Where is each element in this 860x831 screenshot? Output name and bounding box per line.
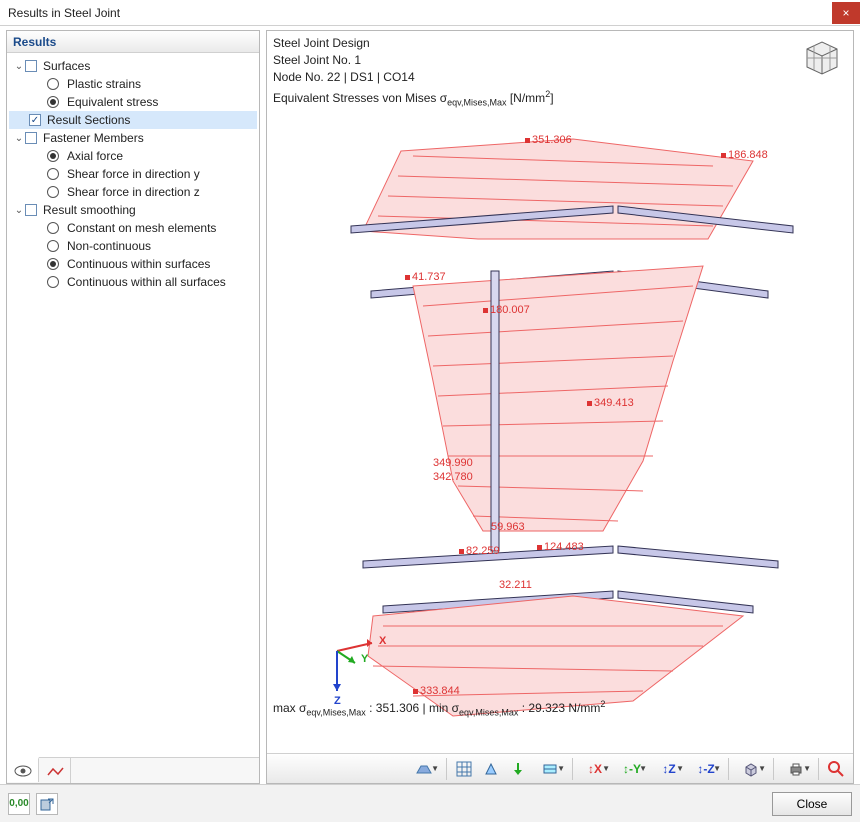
- magnify-icon: [827, 760, 845, 778]
- titlebar: Results in Steel Joint ×: [0, 0, 860, 26]
- axis-y-label: Y: [361, 653, 368, 665]
- label: Continuous within all surfaces: [65, 275, 226, 289]
- tree-equivalent-stress[interactable]: Equivalent stress: [9, 93, 257, 111]
- radio[interactable]: [47, 78, 59, 90]
- view-z-button[interactable]: ↕Z▼: [651, 757, 687, 781]
- grid-icon: [456, 761, 472, 777]
- radio[interactable]: [47, 258, 59, 270]
- result-summary: max σeqv,Mises,Max : 351.306 | min σeqv,…: [273, 699, 605, 717]
- radio[interactable]: [47, 240, 59, 252]
- label: Shear force in direction z: [65, 185, 200, 199]
- tree-continuous-within[interactable]: Continuous within surfaces: [9, 255, 257, 273]
- tree-plastic-strains[interactable]: Plastic strains: [9, 75, 257, 93]
- eye-icon: [14, 765, 32, 777]
- value-label: 32.211: [499, 579, 532, 591]
- close-icon[interactable]: ×: [832, 2, 860, 24]
- tab-visibility[interactable]: [7, 757, 39, 782]
- close-button[interactable]: Close: [772, 792, 852, 816]
- results-tree: ⌄ Surfaces Plastic strains Equivalent st…: [7, 53, 259, 757]
- label: Surfaces: [41, 59, 90, 73]
- view-x-button[interactable]: ↕X▼: [577, 757, 613, 781]
- tree-axial-force[interactable]: Axial force: [9, 147, 257, 165]
- supports-button[interactable]: [478, 757, 504, 781]
- sidebar-tabs: [7, 757, 259, 783]
- value-label: 342.780: [433, 471, 473, 483]
- view-mode-button[interactable]: ▼: [406, 757, 442, 781]
- grid-button[interactable]: [451, 757, 477, 781]
- caret-icon[interactable]: ⌄: [13, 205, 25, 216]
- caret-icon[interactable]: ⌄: [13, 61, 25, 72]
- radio[interactable]: [47, 96, 59, 108]
- label: Shear force in direction y: [65, 167, 200, 181]
- radio[interactable]: [47, 168, 59, 180]
- radio[interactable]: [47, 222, 59, 234]
- tree-fastener-members[interactable]: ⌄ Fastener Members: [9, 129, 257, 147]
- checkbox[interactable]: [25, 60, 37, 72]
- viewer-toolbar: ▼ ▼ ↕X▼ ↕-Y▼ ↕Z▼ ↕-Z▼ ▼: [267, 753, 853, 783]
- diagram-icon: [46, 765, 64, 777]
- value-label: 349.990: [433, 457, 473, 469]
- window-title: Results in Steel Joint: [8, 6, 832, 20]
- checkbox[interactable]: [29, 114, 41, 126]
- label: Non-continuous: [65, 239, 151, 253]
- value-label: 333.844: [413, 685, 460, 697]
- value-label: 180.007: [483, 304, 530, 316]
- radio[interactable]: [47, 150, 59, 162]
- tree-shear-z[interactable]: Shear force in direction z: [9, 183, 257, 201]
- bottom-bar: 0,00 Close: [0, 784, 860, 822]
- sidebar: Results ⌄ Surfaces Plastic strains Equiv…: [6, 30, 260, 784]
- radio[interactable]: [47, 186, 59, 198]
- checkbox[interactable]: [25, 132, 37, 144]
- iso-view-button[interactable]: ▼: [733, 757, 769, 781]
- zoom-extents-button[interactable]: [823, 757, 849, 781]
- tree-continuous-all[interactable]: Continuous within all surfaces: [9, 273, 257, 291]
- label: Result Sections: [45, 113, 130, 127]
- tree-shear-y[interactable]: Shear force in direction y: [9, 165, 257, 183]
- loads-button[interactable]: [505, 757, 531, 781]
- label: Equivalent stress: [65, 95, 158, 109]
- results-display-button[interactable]: ▼: [532, 757, 568, 781]
- load-icon: [510, 761, 526, 777]
- value-label: 82.259: [459, 545, 500, 557]
- radio[interactable]: [47, 276, 59, 288]
- tree-result-sections[interactable]: Result Sections: [9, 111, 257, 129]
- tree-constant-mesh[interactable]: Constant on mesh elements: [9, 219, 257, 237]
- export-icon: [40, 797, 54, 811]
- value-label: 59.963: [491, 521, 525, 533]
- export-button[interactable]: [36, 793, 58, 815]
- label: Plastic strains: [65, 77, 141, 91]
- print-button[interactable]: ▼: [778, 757, 814, 781]
- sidebar-header: Results: [7, 31, 259, 53]
- tree-surfaces[interactable]: ⌄ Surfaces: [9, 57, 257, 75]
- printer-icon: [788, 761, 804, 777]
- axis-triad-icon: [317, 621, 387, 711]
- results-icon: [542, 762, 558, 776]
- value-label: 349.413: [587, 397, 634, 409]
- tab-diagram[interactable]: [39, 758, 71, 783]
- value-label: 186.848: [721, 149, 768, 161]
- cube-icon: [743, 761, 759, 777]
- label: Axial force: [65, 149, 123, 163]
- support-icon: [483, 761, 499, 777]
- view-neg-y-button[interactable]: ↕-Y▼: [614, 757, 650, 781]
- label: Continuous within surfaces: [65, 257, 210, 271]
- caret-icon[interactable]: ⌄: [13, 133, 25, 144]
- label: Fastener Members: [41, 131, 144, 145]
- value-label: 124.483: [537, 541, 584, 553]
- value-label: 41.737: [405, 271, 446, 283]
- viewer-panel: Steel Joint Design Steel Joint No. 1 Nod…: [266, 30, 854, 784]
- units-button[interactable]: 0,00: [8, 793, 30, 815]
- info-line-1: Steel Joint Design: [273, 35, 554, 52]
- label: Result smoothing: [41, 203, 136, 217]
- axis-x-label: X: [379, 635, 386, 647]
- view-area[interactable]: Steel Joint Design Steel Joint No. 1 Nod…: [267, 31, 853, 753]
- view-neg-z-button[interactable]: ↕-Z▼: [688, 757, 724, 781]
- checkbox[interactable]: [25, 204, 37, 216]
- value-label: 351.306: [525, 134, 572, 146]
- tree-non-continuous[interactable]: Non-continuous: [9, 237, 257, 255]
- tree-result-smoothing[interactable]: ⌄ Result smoothing: [9, 201, 257, 219]
- label: Constant on mesh elements: [65, 221, 216, 235]
